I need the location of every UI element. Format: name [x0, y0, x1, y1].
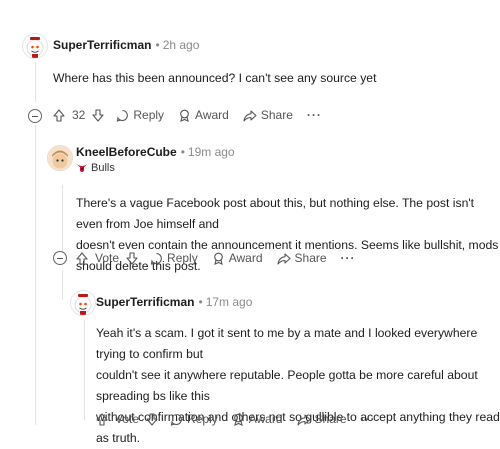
- downvote-icon[interactable]: [92, 108, 104, 122]
- downvote-icon[interactable]: [126, 251, 138, 265]
- vote-count: Vote: [115, 412, 140, 426]
- reply-button[interactable]: Reply: [170, 412, 218, 426]
- avatar[interactable]: [70, 290, 96, 316]
- award-button[interactable]: Award: [178, 108, 229, 122]
- user-flair: Bulls: [76, 162, 115, 174]
- comment-line: Yeah it's a scam. I got it sent to me by…: [96, 326, 478, 361]
- comment-actions: Vote Reply Award Share ···: [96, 412, 376, 426]
- share-button[interactable]: Share: [276, 251, 327, 265]
- award-button[interactable]: Award: [212, 251, 263, 265]
- share-button[interactable]: Share: [243, 108, 293, 122]
- comment-meta: KneelBeforeCube • 19m ago: [76, 145, 235, 159]
- comment-meta: SuperTerrificman • 2h ago: [53, 38, 200, 52]
- comment-meta: SuperTerrificman • 17m ago: [96, 295, 253, 309]
- flair-label: Bulls: [91, 162, 115, 174]
- reply-button[interactable]: Reply: [116, 108, 164, 122]
- comment-body: Yeah it's a scam. I got it sent to me by…: [96, 323, 500, 449]
- award-icon: [180, 109, 189, 122]
- username[interactable]: SuperTerrificman: [96, 295, 194, 309]
- more-options-icon[interactable]: ···: [307, 108, 322, 122]
- thread-line: [35, 125, 36, 425]
- award-icon: [233, 413, 243, 426]
- vote-count: 32: [72, 108, 86, 122]
- upvote-icon[interactable]: [76, 251, 88, 265]
- reply-icon: [150, 252, 162, 265]
- username[interactable]: KneelBeforeCube: [76, 145, 177, 159]
- thread-line: [35, 62, 36, 102]
- bulls-logo-icon: [77, 164, 87, 172]
- collapse-button[interactable]: [28, 109, 42, 123]
- timestamp[interactable]: 19m ago: [188, 145, 235, 159]
- avatar[interactable]: [47, 145, 73, 171]
- vote-group: Vote: [76, 251, 138, 265]
- reply-icon: [170, 413, 182, 426]
- share-button[interactable]: Share: [296, 412, 347, 426]
- reply-button[interactable]: Reply: [150, 251, 198, 265]
- downvote-icon[interactable]: [146, 412, 158, 426]
- comment-body: Where has this been announced? I can't s…: [53, 68, 376, 89]
- upvote-icon[interactable]: [96, 412, 108, 426]
- comment-actions: Vote Reply Award Share ···: [76, 251, 356, 265]
- thread-line: [62, 270, 63, 300]
- vote-count: Vote: [95, 251, 120, 265]
- vote-group: Vote: [96, 412, 158, 426]
- more-options-icon[interactable]: ···: [361, 412, 376, 426]
- more-options-icon[interactable]: ···: [341, 251, 356, 265]
- reply-icon: [117, 109, 129, 122]
- vote-group: 32: [53, 108, 104, 122]
- share-icon: [243, 109, 257, 122]
- comment-line: Where has this been announced? I can't s…: [53, 71, 377, 85]
- share-icon: [296, 413, 311, 426]
- avatar[interactable]: [22, 33, 48, 59]
- share-icon: [276, 252, 291, 265]
- award-button[interactable]: Award: [232, 412, 283, 426]
- award-icon: [213, 252, 223, 265]
- upvote-icon[interactable]: [53, 108, 65, 122]
- collapse-button[interactable]: [53, 251, 67, 265]
- comment-line: couldn't see it anywhere reputable. Peop…: [96, 368, 478, 403]
- comment-actions: 32 Reply Award Share ···: [53, 108, 322, 122]
- timestamp[interactable]: 17m ago: [206, 295, 253, 309]
- thread-line: [84, 320, 85, 420]
- comment-line: There's a vague Facebook post about this…: [76, 196, 475, 231]
- username[interactable]: SuperTerrificman: [53, 38, 151, 52]
- thread-line: [62, 185, 63, 255]
- timestamp[interactable]: 2h ago: [163, 38, 200, 52]
